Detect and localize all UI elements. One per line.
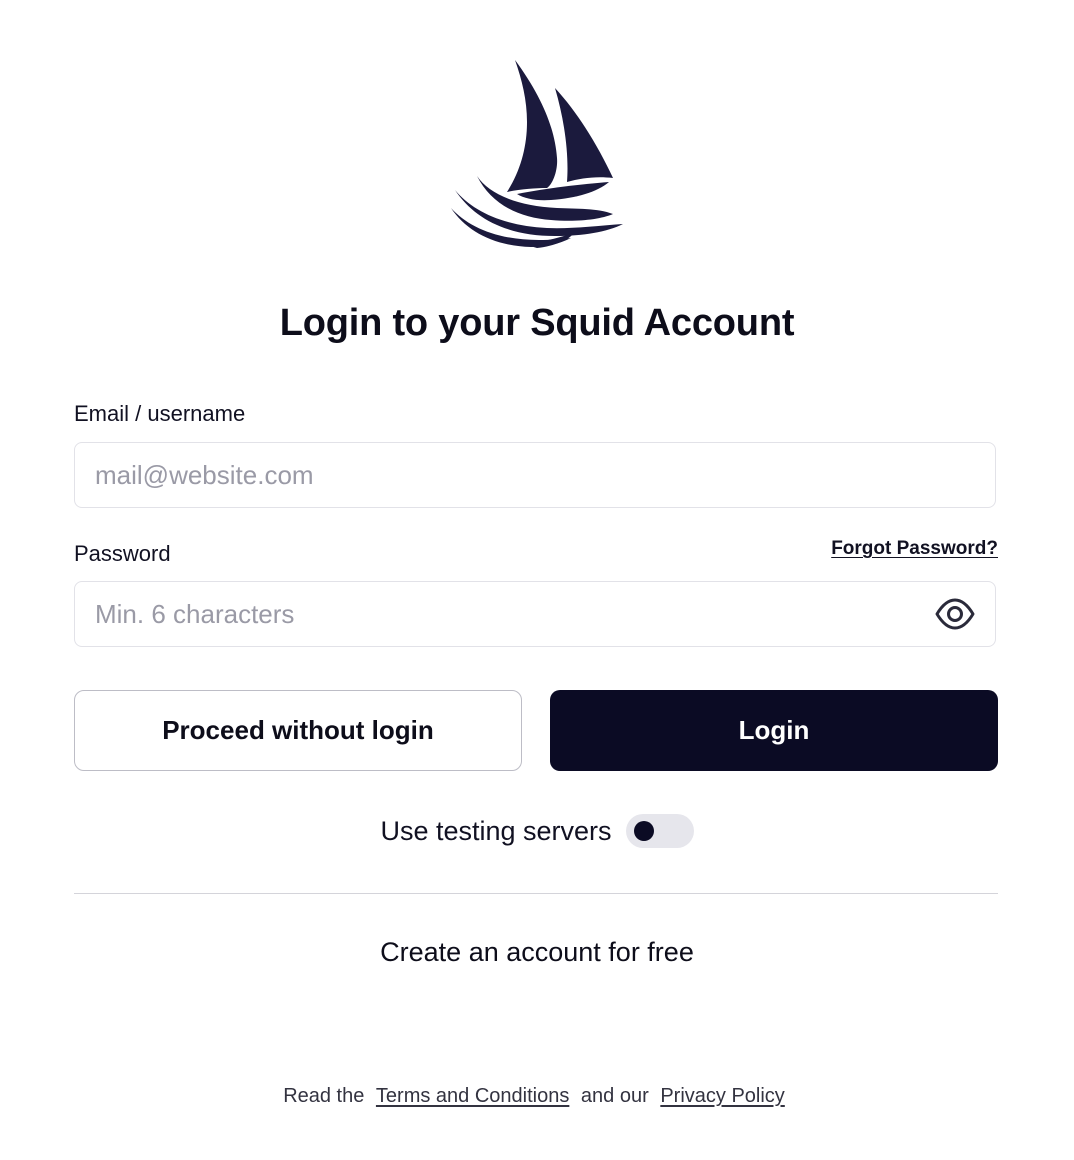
- terms-link[interactable]: Terms and Conditions: [376, 1085, 569, 1107]
- testing-servers-row: Use testing servers: [0, 814, 1074, 848]
- create-account-link[interactable]: Create an account for free: [0, 937, 1074, 968]
- eye-icon[interactable]: [935, 597, 975, 631]
- password-field-container: [74, 581, 996, 647]
- page-title: Login to your Squid Account: [279, 302, 795, 344]
- email-field[interactable]: [75, 443, 915, 507]
- testing-servers-toggle[interactable]: [625, 814, 694, 848]
- sailboat-logo-icon: [451, 60, 623, 248]
- email-field-container: [74, 442, 996, 508]
- password-field[interactable]: [75, 582, 915, 646]
- legal-footer: Read the Terms and Conditions and our Pr…: [0, 1085, 1074, 1108]
- legal-middle: and our: [580, 1085, 649, 1107]
- password-label: Password: [74, 541, 171, 566]
- legal-prefix: Read the: [283, 1085, 365, 1107]
- login-page: Login to your Squid Account Email / user…: [0, 0, 1074, 1160]
- email-label: Email / username: [74, 401, 246, 426]
- login-button[interactable]: Login: [550, 690, 998, 771]
- privacy-link[interactable]: Privacy Policy: [660, 1085, 784, 1107]
- toggle-knob: [633, 821, 654, 841]
- testing-servers-label: Use testing servers: [380, 815, 612, 846]
- forgot-password-link[interactable]: Forgot Password?: [831, 538, 998, 560]
- divider: [74, 893, 998, 894]
- proceed-without-login-button[interactable]: Proceed without login: [74, 690, 522, 771]
